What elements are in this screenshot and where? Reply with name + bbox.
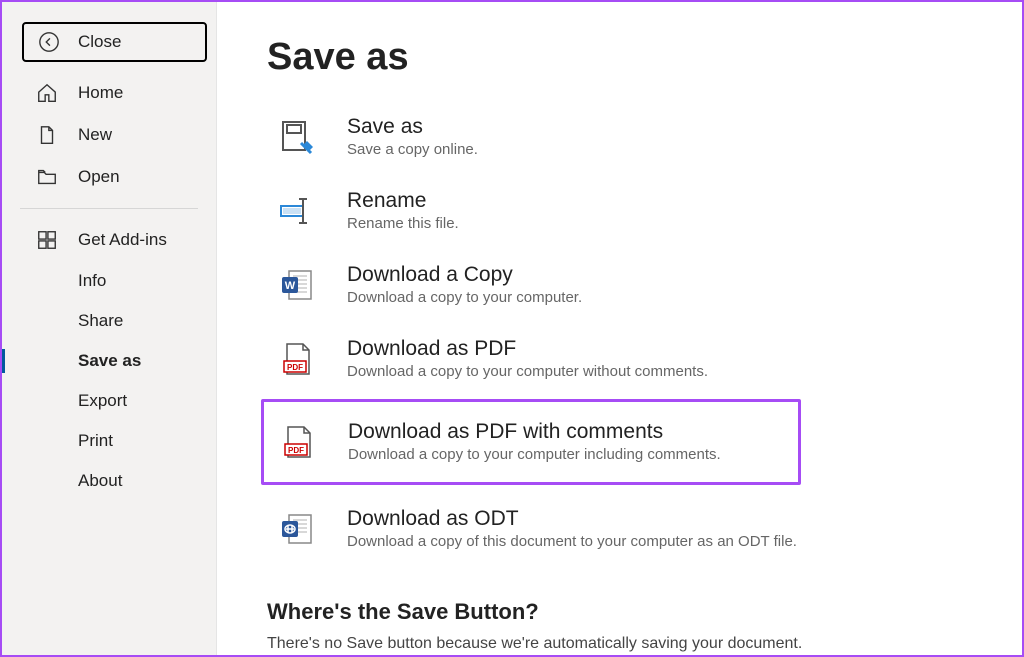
option-download-pdf-comments[interactable]: PDF Download as PDF with comments Downlo… xyxy=(268,408,794,476)
nav-label: Get Add-ins xyxy=(78,230,167,250)
pdf-comments-icon: PDF xyxy=(276,420,320,464)
open-icon xyxy=(36,166,58,188)
option-download-pdf[interactable]: PDF Download as PDF Download a copy to y… xyxy=(267,325,982,393)
page-title: Save as xyxy=(267,36,982,79)
option-title: Save as xyxy=(347,115,478,139)
nav-item-info[interactable]: Info xyxy=(2,261,216,301)
nav-item-export[interactable]: Export xyxy=(2,381,216,421)
odt-icon xyxy=(275,507,319,551)
nav-label: Share xyxy=(78,311,123,331)
nav-item-about[interactable]: About xyxy=(2,461,216,501)
help-title: Where's the Save Button? xyxy=(267,599,982,625)
nav-item-home[interactable]: Home xyxy=(2,72,216,114)
option-desc: Download a copy of this document to your… xyxy=(347,533,797,550)
svg-text:PDF: PDF xyxy=(287,363,303,372)
option-title: Download as ODT xyxy=(347,507,797,531)
option-saveas[interactable]: Save as Save a copy online. xyxy=(267,103,982,171)
nav-label: New xyxy=(78,125,112,145)
save-as-icon xyxy=(275,115,319,159)
main-content: Save as Save as Save a copy online. Rena… xyxy=(217,2,1022,655)
nav-label: Home xyxy=(78,83,123,103)
option-download-odt[interactable]: Download as ODT Download a copy of this … xyxy=(267,495,982,563)
nav-label: Print xyxy=(78,431,113,451)
option-desc: Save a copy online. xyxy=(347,141,478,158)
nav-label: Export xyxy=(78,391,127,411)
back-arrow-icon xyxy=(38,31,60,53)
option-download-copy[interactable]: W Download a Copy Download a copy to you… xyxy=(267,251,982,319)
sidebar-divider xyxy=(20,208,198,209)
svg-text:W: W xyxy=(285,280,296,292)
nav-item-saveas[interactable]: Save as xyxy=(2,341,216,381)
option-desc: Rename this file. xyxy=(347,215,459,232)
option-rename[interactable]: Rename Rename this file. xyxy=(267,177,982,245)
option-title: Download a Copy xyxy=(347,263,582,287)
nav-item-addins[interactable]: Get Add-ins xyxy=(2,219,216,261)
addins-icon xyxy=(36,229,58,251)
rename-icon xyxy=(275,189,319,233)
close-button[interactable]: Close xyxy=(22,22,207,62)
option-desc: Download a copy to your computer. xyxy=(347,289,582,306)
word-doc-icon: W xyxy=(275,263,319,307)
new-icon xyxy=(36,124,58,146)
option-title: Rename xyxy=(347,189,459,213)
sidebar: Close Home New Open Get Add-ins xyxy=(2,2,217,655)
nav-label: Info xyxy=(78,271,106,291)
close-label: Close xyxy=(78,32,121,52)
nav-item-new[interactable]: New xyxy=(2,114,216,156)
svg-text:PDF: PDF xyxy=(288,446,304,455)
nav-label: Open xyxy=(78,167,120,187)
nav-label: Save as xyxy=(78,351,141,371)
option-title: Download as PDF xyxy=(347,337,708,361)
nav-label: About xyxy=(78,471,122,491)
nav-item-print[interactable]: Print xyxy=(2,421,216,461)
option-desc: Download a copy to your computer without… xyxy=(347,363,708,380)
pdf-icon: PDF xyxy=(275,337,319,381)
option-title: Download as PDF with comments xyxy=(348,420,721,444)
help-section: Where's the Save Button? There's no Save… xyxy=(267,599,982,653)
help-text: There's no Save button because we're aut… xyxy=(267,635,982,653)
highlight-box: PDF Download as PDF with comments Downlo… xyxy=(261,399,801,485)
home-icon xyxy=(36,82,58,104)
option-desc: Download a copy to your computer includi… xyxy=(348,446,721,463)
nav-item-share[interactable]: Share xyxy=(2,301,216,341)
nav-item-open[interactable]: Open xyxy=(2,156,216,198)
